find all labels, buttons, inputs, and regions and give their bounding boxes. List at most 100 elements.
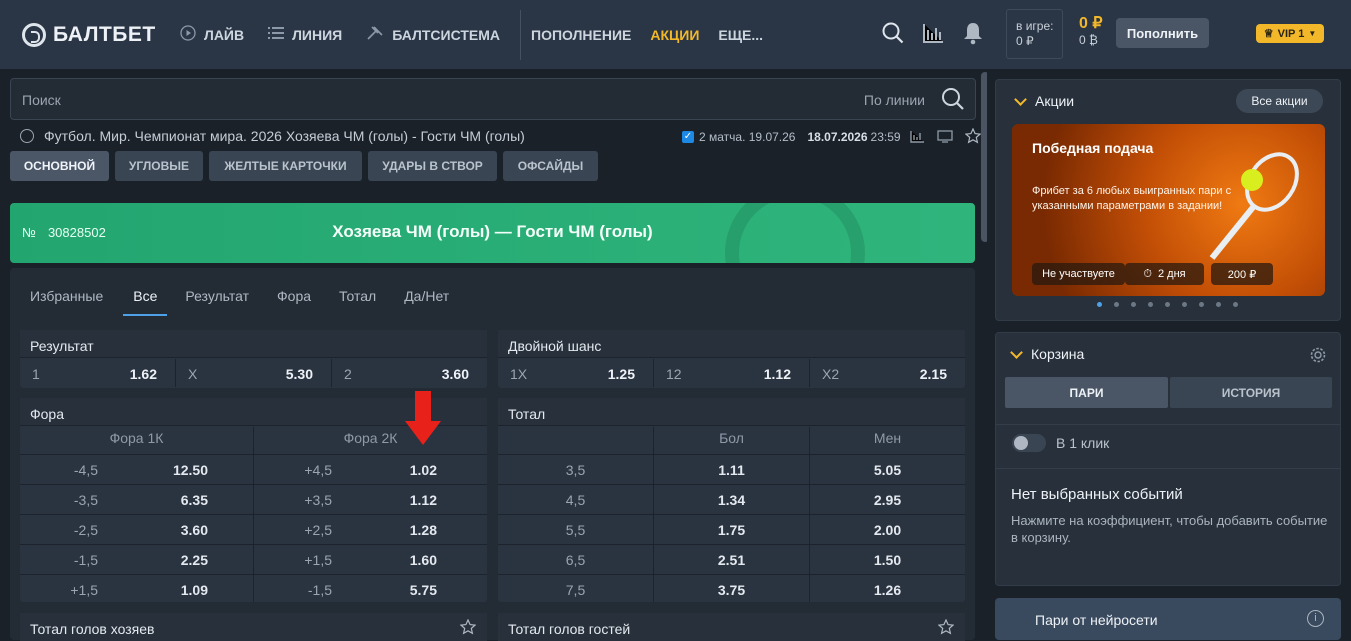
odd-value[interactable]: 5.75 bbox=[359, 582, 437, 598]
odd-value[interactable]: 1.28 bbox=[359, 522, 437, 538]
odd-value[interactable]: 1.09 bbox=[130, 582, 208, 598]
total-line: 3,5 bbox=[565, 462, 586, 478]
odd-value[interactable]: 1.75 bbox=[654, 522, 809, 538]
carousel-dot[interactable] bbox=[1131, 302, 1136, 307]
tab-all[interactable]: Все bbox=[123, 288, 168, 316]
odd-value[interactable]: 1.26 bbox=[810, 582, 965, 598]
odd-value[interactable]: 6.35 bbox=[130, 492, 208, 508]
search-icon[interactable] bbox=[941, 87, 965, 116]
list-icon bbox=[268, 26, 285, 43]
odd-value[interactable]: 2.00 bbox=[810, 522, 965, 538]
odd-cell[interactable]: 1 1.62 bbox=[20, 359, 175, 387]
tab-bets[interactable]: ПАРИ bbox=[1005, 377, 1168, 408]
odd-value[interactable]: 2.95 bbox=[810, 492, 965, 508]
promo-card[interactable]: Победная подача Фрибет за 6 любых выигра… bbox=[1012, 124, 1325, 296]
search-input[interactable]: Поиск По линии bbox=[10, 78, 976, 120]
odd-value[interactable]: 1.34 bbox=[654, 492, 809, 508]
table-row: 5,5 1.75 2.00 bbox=[498, 514, 965, 544]
search-mode[interactable]: По линии bbox=[864, 92, 925, 108]
handicap-value: +2,5 bbox=[304, 522, 332, 538]
odd-cell[interactable]: X 5.30 bbox=[176, 359, 331, 387]
deposit-button[interactable]: Пополнить bbox=[1116, 18, 1209, 48]
nav-baltsystem[interactable]: БАЛТСИСТЕМА bbox=[366, 25, 500, 44]
total-line: 7,5 bbox=[565, 582, 586, 598]
carousel-dot[interactable] bbox=[1097, 302, 1102, 307]
table-row: 6,5 2.51 1.50 bbox=[498, 544, 965, 574]
tab-yellow-cards[interactable]: ЖЕЛТЫЕ КАРТОЧКИ bbox=[209, 151, 362, 181]
tab-favorites[interactable]: Избранные bbox=[30, 288, 103, 316]
odd-cell[interactable]: X2 2.15 bbox=[810, 359, 965, 387]
one-click-toggle[interactable] bbox=[1012, 434, 1046, 452]
nav-more[interactable]: ЕЩЕ... bbox=[718, 27, 763, 43]
nav-live[interactable]: ЛАЙВ bbox=[180, 25, 244, 44]
timer-icon: ⏱ bbox=[1143, 267, 1152, 280]
carousel-dot[interactable] bbox=[1148, 302, 1153, 307]
breadcrumb: Футбол. Мир. Чемпионат мира. 2026 Хозяев… bbox=[20, 128, 525, 144]
nav-promotions[interactable]: АКЦИИ bbox=[650, 27, 699, 43]
odd-value[interactable]: 1.02 bbox=[359, 462, 437, 478]
tab-result[interactable]: Результат bbox=[185, 288, 249, 316]
football-icon bbox=[20, 129, 34, 143]
tab-corners[interactable]: УГЛОВЫЕ bbox=[115, 151, 203, 181]
tab-handicap[interactable]: Фора bbox=[277, 288, 311, 316]
odd-value[interactable]: 3.75 bbox=[654, 582, 809, 598]
stats-icon[interactable] bbox=[920, 20, 946, 46]
carousel-dot[interactable] bbox=[1165, 302, 1170, 307]
stats-icon[interactable] bbox=[909, 128, 925, 144]
odd-value[interactable]: 1.12 bbox=[359, 492, 437, 508]
carousel-dot[interactable] bbox=[1216, 302, 1221, 307]
all-promos-button[interactable]: Все акции bbox=[1236, 89, 1323, 113]
odd-value[interactable]: 2.51 bbox=[654, 552, 809, 568]
carousel-dot[interactable] bbox=[1199, 302, 1204, 307]
handicap-value: -2,5 bbox=[73, 522, 98, 538]
top-icons bbox=[880, 20, 1000, 46]
monitor-icon[interactable] bbox=[937, 128, 953, 144]
bell-icon[interactable] bbox=[960, 20, 986, 46]
tab-main[interactable]: ОСНОВНОЙ bbox=[10, 151, 109, 181]
star-icon[interactable] bbox=[937, 618, 955, 640]
total-line: 6,5 bbox=[565, 552, 586, 568]
handicap-value: -1,5 bbox=[307, 582, 332, 598]
chevron-down-icon bbox=[1010, 345, 1023, 359]
logo[interactable]: БАЛТБЕТ bbox=[22, 22, 162, 47]
table-row: 7,5 3.75 1.26 bbox=[498, 574, 965, 604]
handicap-value: -1,5 bbox=[73, 552, 98, 568]
tab-total[interactable]: Тотал bbox=[339, 288, 376, 316]
promo-header[interactable]: Акции bbox=[1014, 92, 1074, 109]
odd-value[interactable]: 5.05 bbox=[810, 462, 965, 478]
chevron-down-icon bbox=[1014, 92, 1027, 106]
ai-bets-panel[interactable]: Пари от нейросети i bbox=[995, 598, 1341, 640]
odd-value[interactable]: 3.60 bbox=[130, 522, 208, 538]
tab-yes-no[interactable]: Да/Нет bbox=[404, 288, 449, 316]
odd-value[interactable]: 1.60 bbox=[359, 552, 437, 568]
tennis-racket-icon bbox=[1209, 152, 1299, 260]
tab-history[interactable]: ИСТОРИЯ bbox=[1170, 377, 1332, 408]
tab-shots-on-target[interactable]: УДАРЫ В СТВОР bbox=[368, 151, 497, 181]
carousel-dot[interactable] bbox=[1182, 302, 1187, 307]
nav-deposit[interactable]: ПОПОЛНЕНИЕ bbox=[531, 27, 631, 43]
tab-offsides[interactable]: ОФСАЙДЫ bbox=[503, 151, 598, 181]
star-icon[interactable] bbox=[965, 128, 981, 144]
vip-badge[interactable]: ♕ VIP 1 ▼ bbox=[1256, 24, 1324, 43]
carousel-dot[interactable] bbox=[1114, 302, 1119, 307]
odd-value[interactable]: 1.11 bbox=[654, 462, 809, 478]
checkbox-icon[interactable]: ✓ bbox=[682, 131, 694, 143]
search-icon[interactable] bbox=[880, 20, 906, 46]
nav-line[interactable]: ЛИНИЯ bbox=[268, 26, 342, 43]
table-row: 4,5 1.34 2.95 bbox=[498, 484, 965, 514]
event-banner: № 30828502 Хозяева ЧМ (голы) — Гости ЧМ (… bbox=[10, 203, 975, 263]
filter-tabs: Избранные Все Результат Фора Тотал Да/Не… bbox=[30, 288, 477, 316]
odd-cell[interactable]: 12 1.12 bbox=[654, 359, 809, 387]
odd-value[interactable]: 1.50 bbox=[810, 552, 965, 568]
info-icon[interactable]: i bbox=[1307, 610, 1324, 627]
odd-cell[interactable]: 1X 1.25 bbox=[498, 359, 653, 387]
market-total: Тотал Бол Мен 3,5 1.11 5.05 4,5 1.34 2.95 5,5 1… bbox=[498, 398, 965, 602]
carousel-dot[interactable] bbox=[1233, 302, 1238, 307]
odd-value[interactable]: 2.25 bbox=[130, 552, 208, 568]
odd-value[interactable]: 12.50 bbox=[130, 462, 208, 478]
handicap-value: +3,5 bbox=[304, 492, 332, 508]
odd-cell[interactable]: 2 3.60 bbox=[332, 359, 487, 387]
gear-icon[interactable] bbox=[1309, 346, 1327, 369]
star-icon[interactable] bbox=[459, 618, 477, 640]
cart-header[interactable]: Корзина bbox=[1010, 345, 1084, 362]
